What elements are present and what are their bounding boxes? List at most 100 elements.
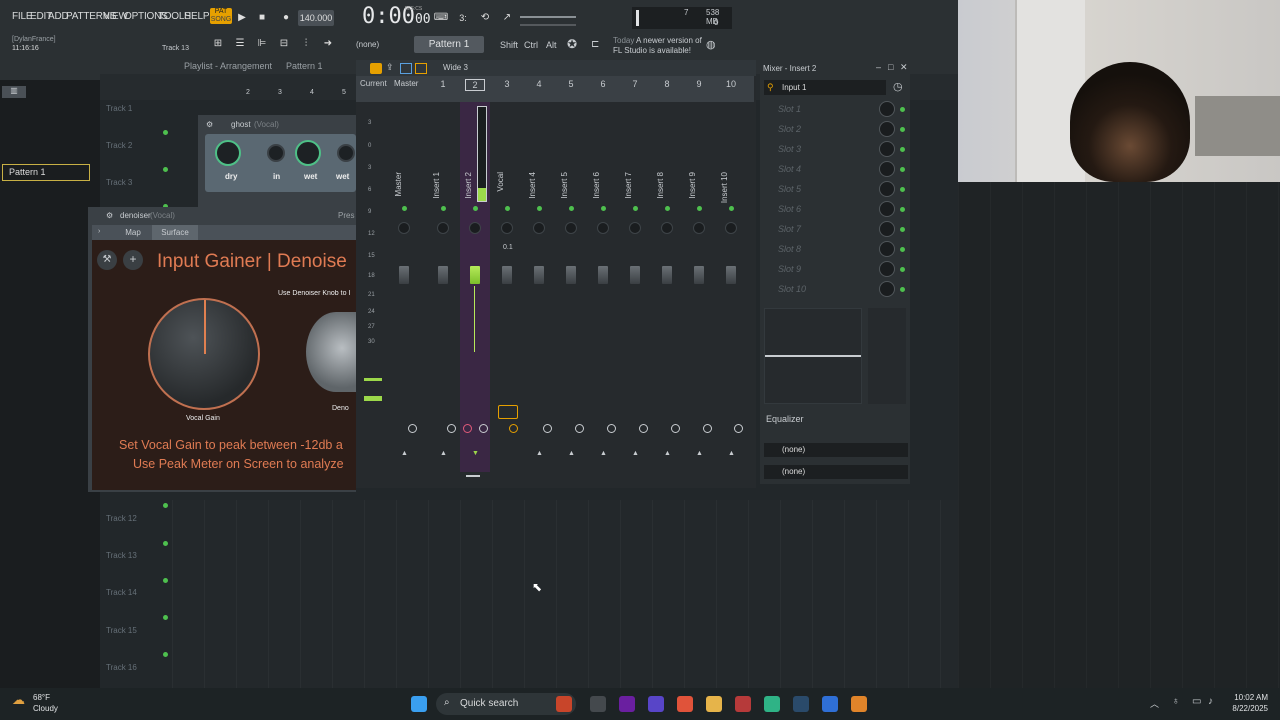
pan-knob[interactable] — [469, 222, 481, 234]
volume-fader[interactable] — [662, 266, 672, 284]
task-view-icon[interactable] — [590, 696, 606, 712]
send-arrow-icon-active[interactable]: ▼ — [472, 450, 479, 457]
channel-enable-dot[interactable] — [601, 206, 606, 211]
channel-number[interactable]: 1 — [433, 79, 453, 89]
route-select-1[interactable]: (none) — [764, 443, 908, 457]
channel-name[interactable]: Insert 5 — [560, 172, 569, 199]
weather-temp[interactable]: 68°F — [33, 693, 50, 702]
track-label[interactable]: Track 16 — [106, 663, 137, 672]
close-icon[interactable]: ✕ — [900, 62, 908, 73]
channel-enable-dot[interactable] — [665, 206, 670, 211]
route-toggle-selected[interactable] — [509, 424, 518, 433]
effect-slot[interactable]: Slot 5 — [778, 184, 801, 194]
fl-studio-icon[interactable] — [851, 696, 867, 712]
taskbar-time[interactable]: 10:02 AM — [1228, 693, 1268, 702]
slot-enable-dot[interactable] — [900, 267, 905, 272]
channel-enable-dot[interactable] — [569, 206, 574, 211]
send-arrow-icon[interactable]: ▲ — [632, 450, 639, 457]
volume-fader[interactable] — [566, 266, 576, 284]
pan-knob[interactable] — [501, 222, 513, 234]
send-arrow-icon[interactable]: ▲ — [568, 450, 575, 457]
slot-enable-dot[interactable] — [900, 287, 905, 292]
piano-roll-icon[interactable]: ⊫ — [254, 36, 270, 52]
playlist-grid-right[interactable] — [958, 182, 1280, 688]
pan-knob[interactable] — [661, 222, 673, 234]
maximize-icon[interactable]: □ — [888, 62, 893, 72]
browser-icon[interactable]: ➜ — [320, 36, 336, 52]
vpn-app-icon[interactable] — [648, 696, 664, 712]
pin-icon[interactable]: ⇪ — [386, 62, 394, 73]
effect-slot[interactable]: Slot 6 — [778, 204, 801, 214]
route-toggle[interactable] — [639, 424, 648, 433]
effect-slot[interactable]: Slot 7 — [778, 224, 801, 234]
steam-icon[interactable] — [793, 696, 809, 712]
pattern-selector[interactable]: Pattern 1 — [414, 36, 484, 53]
master-volume-slider[interactable] — [520, 16, 576, 18]
record-icon[interactable]: ● — [278, 10, 294, 26]
taskbar-date[interactable]: 8/22/2025 — [1228, 704, 1268, 713]
preset-label[interactable]: Pres — [338, 211, 354, 220]
slot-enable-dot[interactable] — [900, 107, 905, 112]
channel-enable-dot[interactable] — [402, 206, 407, 211]
gear-icon[interactable]: ⚙ — [206, 120, 213, 129]
wrench-icon[interactable]: ⚒ — [97, 250, 117, 270]
channel-number[interactable]: 7 — [625, 79, 645, 89]
route-toggle[interactable] — [607, 424, 616, 433]
channel-name[interactable]: Insert 1 — [432, 172, 441, 199]
weather-desc[interactable]: Cloudy — [33, 704, 58, 713]
channel-number[interactable]: 10 — [721, 79, 741, 89]
pan-knob[interactable] — [693, 222, 705, 234]
effect-slot[interactable]: Slot 2 — [778, 124, 801, 134]
minimize-icon[interactable]: – — [876, 62, 881, 72]
eq-graph[interactable] — [764, 308, 862, 404]
news-text-2[interactable]: FL Studio is available! — [613, 46, 691, 55]
send-arrow-icon[interactable]: ▲ — [401, 450, 408, 457]
slot-mix-knob[interactable] — [879, 241, 895, 257]
eq-band-sliders[interactable] — [868, 308, 906, 404]
latency-clock-icon[interactable]: ◷ — [893, 80, 903, 93]
weather-icon[interactable]: ☁ — [12, 692, 25, 708]
channel-number[interactable]: 9 — [689, 79, 709, 89]
route-toggle[interactable] — [575, 424, 584, 433]
slot-enable-dot[interactable] — [900, 147, 905, 152]
channel-name[interactable]: Insert 10 — [720, 172, 729, 203]
route-toggle[interactable] — [671, 424, 680, 433]
dry-knob[interactable] — [215, 140, 241, 166]
tab-surface[interactable]: Surface — [152, 225, 198, 241]
lock-icon[interactable] — [498, 405, 518, 419]
taskbar-search[interactable]: Quick search — [436, 693, 576, 715]
track-label[interactable]: Track 3 — [106, 178, 132, 187]
wet-knob[interactable] — [295, 140, 321, 166]
slot-mix-knob[interactable] — [879, 141, 895, 157]
channel-number[interactable]: 5 — [561, 79, 581, 89]
send-arrow-icon[interactable]: ▲ — [664, 450, 671, 457]
effect-slot[interactable]: Slot 3 — [778, 144, 801, 154]
slot-enable-dot[interactable] — [900, 167, 905, 172]
help-bubble-icon[interactable]: ✪ — [567, 37, 577, 51]
volume-fader-selected[interactable] — [470, 266, 480, 284]
slot-mix-knob[interactable] — [879, 261, 895, 277]
in-knob[interactable] — [267, 144, 285, 162]
ctrl-button[interactable]: Ctrl — [524, 40, 538, 50]
channel-name[interactable]: Insert 7 — [624, 172, 633, 199]
pan-knob[interactable] — [533, 222, 545, 234]
tab-map[interactable]: Map — [114, 228, 152, 237]
master-pitch-slider[interactable] — [520, 24, 576, 26]
wait-icon[interactable]: ⟲ — [476, 10, 494, 26]
channel-rack-icon[interactable]: ⊟ — [276, 36, 292, 52]
send-arrow-icon[interactable]: ▲ — [728, 450, 735, 457]
add-icon[interactable]: + — [123, 250, 143, 270]
snap-icon[interactable]: ⊞ — [210, 36, 226, 52]
send-arrow-icon[interactable]: ▲ — [696, 450, 703, 457]
track-mute-dot[interactable] — [163, 615, 168, 620]
input-select[interactable]: Input 1 — [764, 80, 886, 95]
volume-fader[interactable] — [726, 266, 736, 284]
globe-icon[interactable]: ◍ — [706, 38, 716, 51]
channel-enable-dot[interactable] — [505, 206, 510, 211]
pan-knob[interactable] — [597, 222, 609, 234]
slot-mix-knob[interactable] — [879, 201, 895, 217]
pattern-list-item[interactable]: Pattern 1 — [2, 164, 90, 181]
route-toggle[interactable] — [543, 424, 552, 433]
pan-knob[interactable] — [565, 222, 577, 234]
chat-app-icon[interactable] — [764, 696, 780, 712]
